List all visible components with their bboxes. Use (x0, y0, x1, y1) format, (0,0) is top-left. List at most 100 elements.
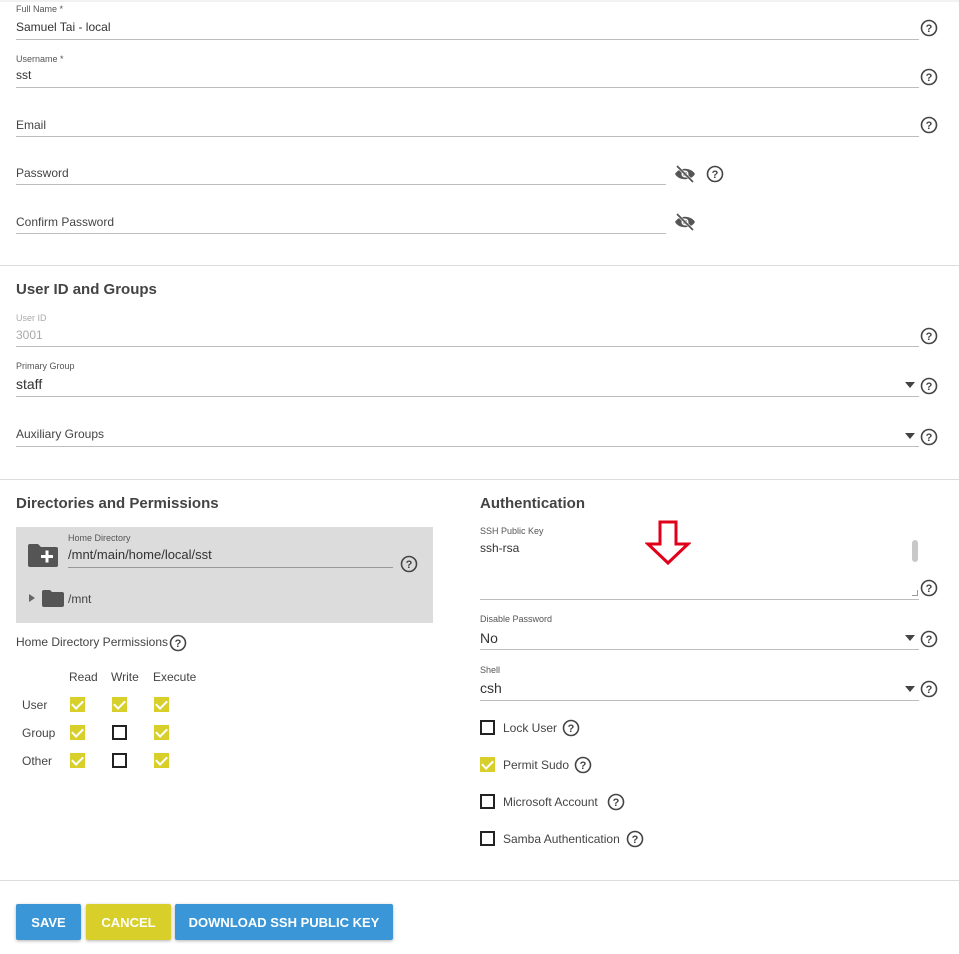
user-execute-checkbox[interactable] (154, 697, 169, 712)
download-ssh-key-button[interactable]: DOWNLOAD SSH PUBLIC KEY (175, 904, 393, 940)
samba-authentication-checkbox[interactable] (480, 831, 495, 846)
help-icon[interactable]: ? (706, 165, 724, 183)
user-id-label: User ID (16, 313, 47, 323)
svg-text:?: ? (926, 684, 933, 696)
help-icon[interactable]: ? (574, 756, 592, 774)
column-header-execute: Execute (153, 670, 197, 684)
help-icon[interactable]: ? (400, 555, 418, 573)
row-label-other: Other (22, 754, 53, 768)
column-header-read: Read (69, 670, 98, 684)
home-directory-input[interactable]: /mnt/main/home/local/sst (68, 547, 212, 562)
svg-text:?: ? (406, 559, 413, 571)
help-icon[interactable]: ? (607, 793, 625, 811)
cancel-button[interactable]: CANCEL (86, 904, 171, 940)
caret-down-icon[interactable] (905, 686, 915, 692)
help-icon[interactable]: ? (920, 377, 938, 395)
eye-off-icon[interactable] (673, 212, 697, 232)
folder-add-icon[interactable] (27, 542, 59, 573)
confirm-password-input[interactable]: Confirm Password (16, 215, 114, 229)
section-divider (0, 479, 959, 480)
disable-password-value[interactable]: No (480, 630, 498, 646)
eye-off-icon[interactable] (673, 164, 697, 184)
help-icon[interactable]: ? (920, 680, 938, 698)
help-icon[interactable]: ? (920, 579, 938, 597)
svg-text:?: ? (712, 169, 719, 181)
svg-text:?: ? (926, 23, 933, 35)
svg-text:?: ? (580, 760, 587, 772)
permit-sudo-checkbox[interactable] (480, 757, 495, 772)
group-execute-checkbox[interactable] (154, 725, 169, 740)
primary-group-label: Primary Group (16, 361, 75, 371)
svg-text:?: ? (175, 638, 182, 650)
annotation-arrow-down-icon (644, 520, 692, 571)
auxiliary-groups-underline (16, 446, 919, 447)
folder-icon (42, 590, 64, 612)
email-input[interactable]: Email (16, 118, 46, 132)
shell-value[interactable]: csh (480, 680, 502, 696)
samba-authentication-label: Samba Authentication (503, 832, 620, 846)
password-input[interactable]: Password (16, 166, 69, 180)
svg-text:?: ? (926, 120, 933, 132)
full-name-underline (16, 39, 919, 40)
help-icon[interactable]: ? (920, 428, 938, 446)
ssh-key-input[interactable]: ssh-rsa (480, 541, 519, 555)
disable-password-underline (480, 649, 919, 650)
lock-user-label: Lock User (503, 721, 558, 735)
group-read-checkbox[interactable] (70, 725, 85, 740)
auxiliary-groups-placeholder[interactable]: Auxiliary Groups (16, 427, 104, 441)
section-divider (0, 265, 959, 266)
full-name-input[interactable]: Samuel Tai - local (16, 20, 111, 34)
microsoft-account-label: Microsoft Account (503, 795, 598, 809)
authentication-title: Authentication (480, 495, 585, 512)
help-icon[interactable]: ? (626, 830, 644, 848)
primary-group-underline (16, 396, 919, 397)
help-icon[interactable]: ? (920, 116, 938, 134)
home-permissions-label: Home Directory Permissions (16, 635, 169, 649)
user-id-input: 3001 (16, 328, 43, 342)
shell-underline (480, 700, 919, 701)
top-edge (0, 0, 959, 2)
tree-node-label: /mnt (68, 592, 92, 606)
lock-user-checkbox[interactable] (480, 720, 495, 735)
help-icon[interactable]: ? (920, 68, 938, 86)
other-write-checkbox[interactable] (112, 753, 127, 768)
other-read-checkbox[interactable] (70, 753, 85, 768)
shell-label: Shell (480, 665, 501, 675)
help-icon[interactable]: ? (562, 719, 580, 737)
user-id-underline (16, 346, 919, 347)
help-icon[interactable]: ? (920, 630, 938, 648)
column-header-write: Write (111, 670, 139, 684)
svg-text:?: ? (926, 634, 933, 646)
password-underline (16, 184, 666, 185)
svg-text:?: ? (632, 834, 639, 846)
microsoft-account-checkbox[interactable] (480, 794, 495, 809)
user-read-checkbox[interactable] (70, 697, 85, 712)
username-label: Username * (16, 54, 64, 64)
resize-handle-icon[interactable] (912, 590, 918, 596)
svg-text:?: ? (613, 797, 620, 809)
row-label-group: Group (22, 726, 56, 740)
svg-text:?: ? (926, 381, 933, 393)
other-execute-checkbox[interactable] (154, 753, 169, 768)
svg-text:?: ? (926, 331, 933, 343)
username-underline (16, 87, 919, 88)
user-write-checkbox[interactable] (112, 697, 127, 712)
help-icon[interactable]: ? (169, 634, 187, 652)
caret-down-icon[interactable] (905, 382, 915, 388)
help-icon[interactable]: ? (920, 327, 938, 345)
group-write-checkbox[interactable] (112, 725, 127, 740)
tree-expand-icon[interactable] (29, 594, 35, 602)
caret-down-icon[interactable] (905, 433, 915, 439)
directories-title: Directories and Permissions (16, 495, 219, 512)
primary-group-value[interactable]: staff (16, 376, 42, 392)
caret-down-icon[interactable] (905, 635, 915, 641)
ssh-key-underline (480, 599, 919, 600)
username-input[interactable]: sst (16, 68, 31, 82)
svg-text:?: ? (926, 432, 933, 444)
disable-password-label: Disable Password (480, 614, 553, 624)
help-icon[interactable]: ? (920, 19, 938, 37)
textarea-scrollbar[interactable] (912, 540, 918, 562)
save-button[interactable]: SAVE (16, 904, 81, 940)
permit-sudo-label: Permit Sudo (503, 758, 570, 772)
home-directory-underline (68, 567, 393, 568)
